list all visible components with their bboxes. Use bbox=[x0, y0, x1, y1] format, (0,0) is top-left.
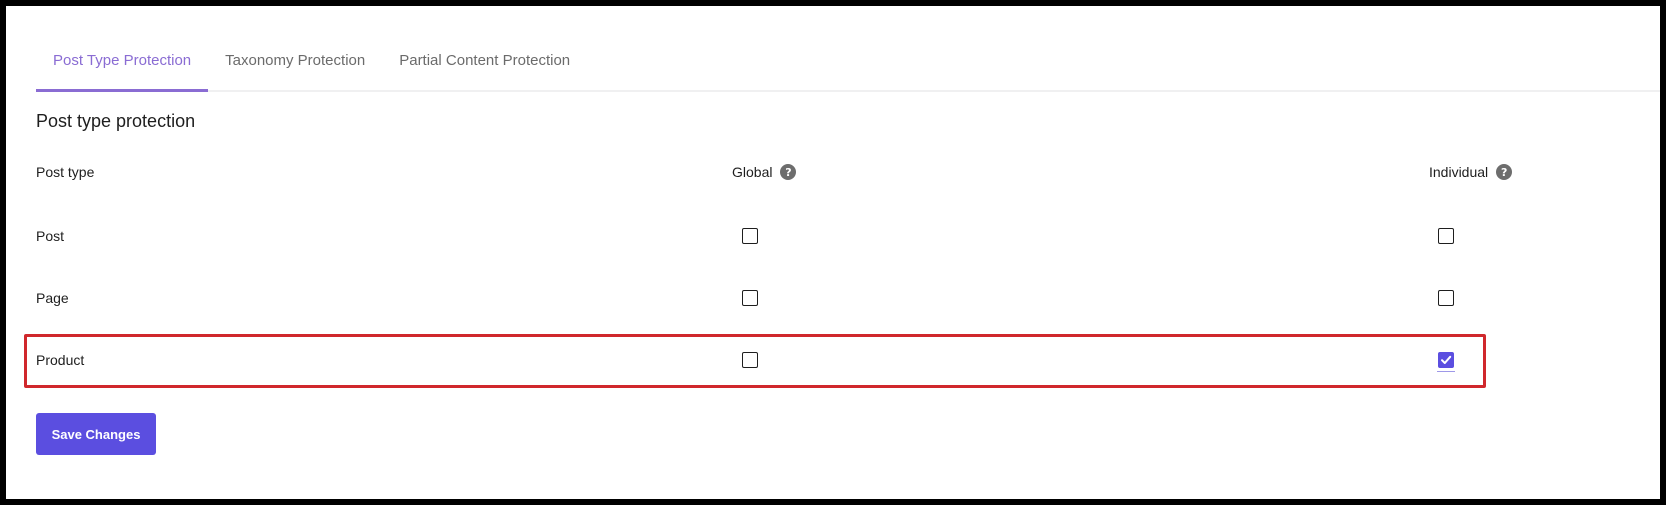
header-post-type: Post type bbox=[36, 164, 95, 180]
row-label: Product bbox=[36, 352, 85, 368]
table-row-post: Post bbox=[36, 216, 1616, 256]
section-title: Post type protection bbox=[36, 111, 196, 131]
page-individual-checkbox[interactable] bbox=[1438, 290, 1454, 306]
tab-taxonomy-protection[interactable]: Taxonomy Protection bbox=[208, 42, 382, 90]
focus-underline bbox=[1437, 371, 1455, 372]
tab-partial-content-protection[interactable]: Partial Content Protection bbox=[382, 42, 587, 90]
header-global-label: Global bbox=[732, 164, 773, 180]
page-global-checkbox[interactable] bbox=[742, 290, 758, 306]
table-header-row: Post type Global ? Individual ? bbox=[36, 152, 1616, 192]
tab-bar: Post Type Protection Taxonomy Protection… bbox=[36, 42, 1660, 92]
header-individual-label: Individual bbox=[1429, 164, 1489, 180]
row-label: Page bbox=[36, 290, 69, 306]
product-global-checkbox[interactable] bbox=[742, 352, 758, 368]
tab-post-type-protection[interactable]: Post Type Protection bbox=[36, 42, 209, 92]
header-individual: Individual ? bbox=[1429, 164, 1513, 180]
settings-panel: Post Type Protection Taxonomy Protection… bbox=[0, 0, 1666, 505]
individual-help-icon[interactable]: ? bbox=[1496, 164, 1513, 180]
table-row-page: Page bbox=[36, 278, 1616, 318]
post-individual-checkbox[interactable] bbox=[1438, 228, 1454, 244]
header-global: Global ? bbox=[732, 164, 797, 180]
product-individual-checkbox[interactable] bbox=[1438, 352, 1454, 368]
table-row-product: Product bbox=[36, 340, 1616, 380]
row-label: Post bbox=[36, 228, 65, 244]
save-changes-button[interactable]: Save Changes bbox=[36, 413, 156, 455]
global-help-icon[interactable]: ? bbox=[780, 164, 797, 180]
post-global-checkbox[interactable] bbox=[742, 228, 758, 244]
